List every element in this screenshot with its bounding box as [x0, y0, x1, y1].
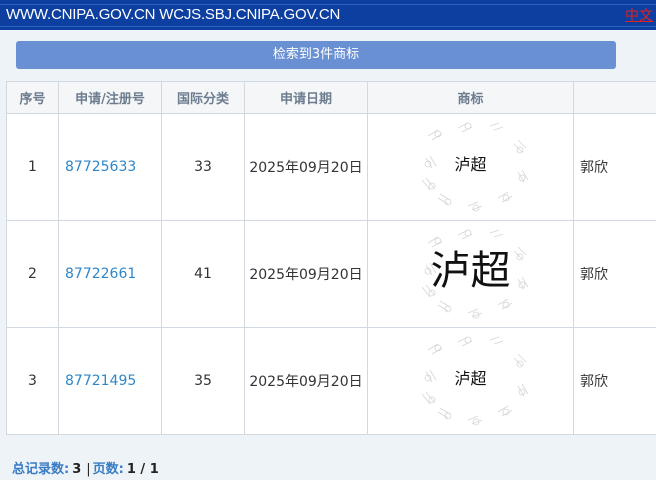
applicant-name: 郭欣 — [573, 113, 656, 221]
registration-number-link[interactable]: 87721495 — [58, 327, 162, 435]
international-class: 41 — [161, 220, 245, 328]
application-date: 2025年09月20日 — [244, 113, 368, 221]
row-index: 2 — [6, 220, 59, 328]
column-header-reg-no: 申请/注册号 — [58, 81, 162, 114]
column-header-class: 国际分类 — [161, 81, 245, 114]
row-index: 1 — [6, 113, 59, 221]
total-records-value: 3 — [72, 462, 82, 477]
total-records-label: 总记录数: — [12, 462, 70, 477]
trademark-name: 泸超 — [430, 248, 511, 294]
trademark-name: 泸超 — [454, 155, 487, 174]
application-date: 2025年09月20日 — [244, 327, 368, 435]
footer-separator: | — [86, 462, 91, 477]
page-count-label: 页数: — [92, 462, 124, 477]
applicant-name: 郭欣 — [573, 220, 656, 328]
table-row: 3 87721495 35 2025年09月20日 泸超 郭欣 — [6, 327, 656, 435]
row-index: 3 — [6, 327, 59, 435]
registration-number-link[interactable]: 87722661 — [58, 220, 162, 328]
site-domains: WWW.CNIPA.GOV.CN WCJS.SBJ.CNIPA.GOV.CN — [6, 6, 341, 23]
top-banner: WWW.CNIPA.GOV.CN WCJS.SBJ.CNIPA.GOV.CN 中… — [0, 0, 656, 30]
pagination-summary: 总记录数: 3 | 页数: 1 / 1 — [12, 458, 162, 477]
column-header-date: 申请日期 — [244, 81, 368, 114]
trademark-cell: 泸超 — [367, 220, 574, 328]
registration-number-link[interactable]: 87725633 — [58, 113, 162, 221]
application-date: 2025年09月20日 — [244, 220, 368, 328]
table-header-row: 序号 申请/注册号 国际分类 申请日期 商标 — [6, 81, 656, 114]
column-header-applicant — [573, 81, 656, 114]
table-row: 1 87725633 33 2025年09月20日 泸超 郭欣 — [6, 113, 656, 221]
trademark-cell: 泸超 — [367, 327, 574, 435]
page-count-value: 1 / 1 — [126, 462, 159, 477]
column-header-mark: 商标 — [367, 81, 574, 114]
international-class: 33 — [161, 113, 245, 221]
trademark-cell: 泸超 — [367, 113, 574, 221]
language-link[interactable]: 中文 — [625, 8, 653, 24]
applicant-name: 郭欣 — [573, 327, 656, 435]
table-row: 2 87722661 41 2025年09月20日 泸超 郭欣 — [6, 220, 656, 328]
column-header-index: 序号 — [6, 81, 59, 114]
international-class: 35 — [161, 327, 245, 435]
results-table: 序号 申请/注册号 国际分类 申请日期 商标 1 87725633 33 202… — [6, 81, 656, 435]
trademark-name: 泸超 — [454, 369, 487, 388]
result-count-button[interactable]: 检索到3件商标 — [16, 41, 616, 69]
